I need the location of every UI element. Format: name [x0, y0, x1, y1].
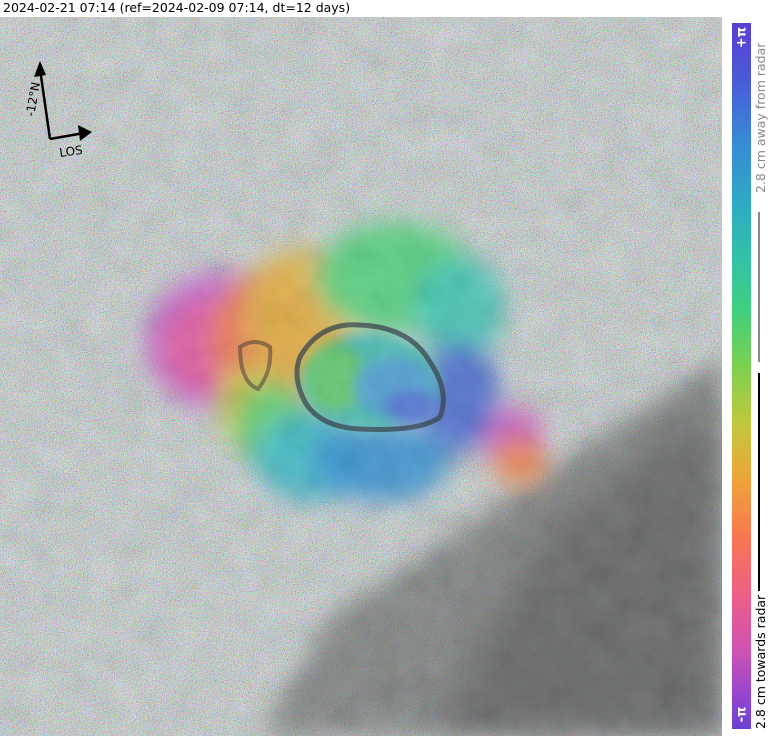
- phase-colorbar: [732, 23, 751, 729]
- away-arrow-line: [758, 212, 760, 362]
- towards-radar-label: 2.8 cm towards radar: [753, 594, 768, 729]
- colorbar-panel: +π -π 2.8 cm away from radar 2.8 cm towa…: [722, 17, 770, 736]
- image-title: 2024-02-21 07:14 (ref=2024-02-09 07:14, …: [3, 0, 351, 15]
- colorbar-bottom-label: -π: [734, 706, 750, 723]
- interferogram-image: [0, 17, 722, 736]
- compass-icon: -12°N LOS: [23, 61, 92, 160]
- away-from-radar-label: 2.8 cm away from radar: [753, 42, 768, 193]
- north-label: -12°N: [23, 81, 43, 117]
- towards-arrow-line: [758, 373, 760, 591]
- los-label: LOS: [58, 143, 83, 160]
- interferogram-map: -12°N LOS: [0, 17, 722, 736]
- colorbar-top-label: +π: [734, 26, 750, 49]
